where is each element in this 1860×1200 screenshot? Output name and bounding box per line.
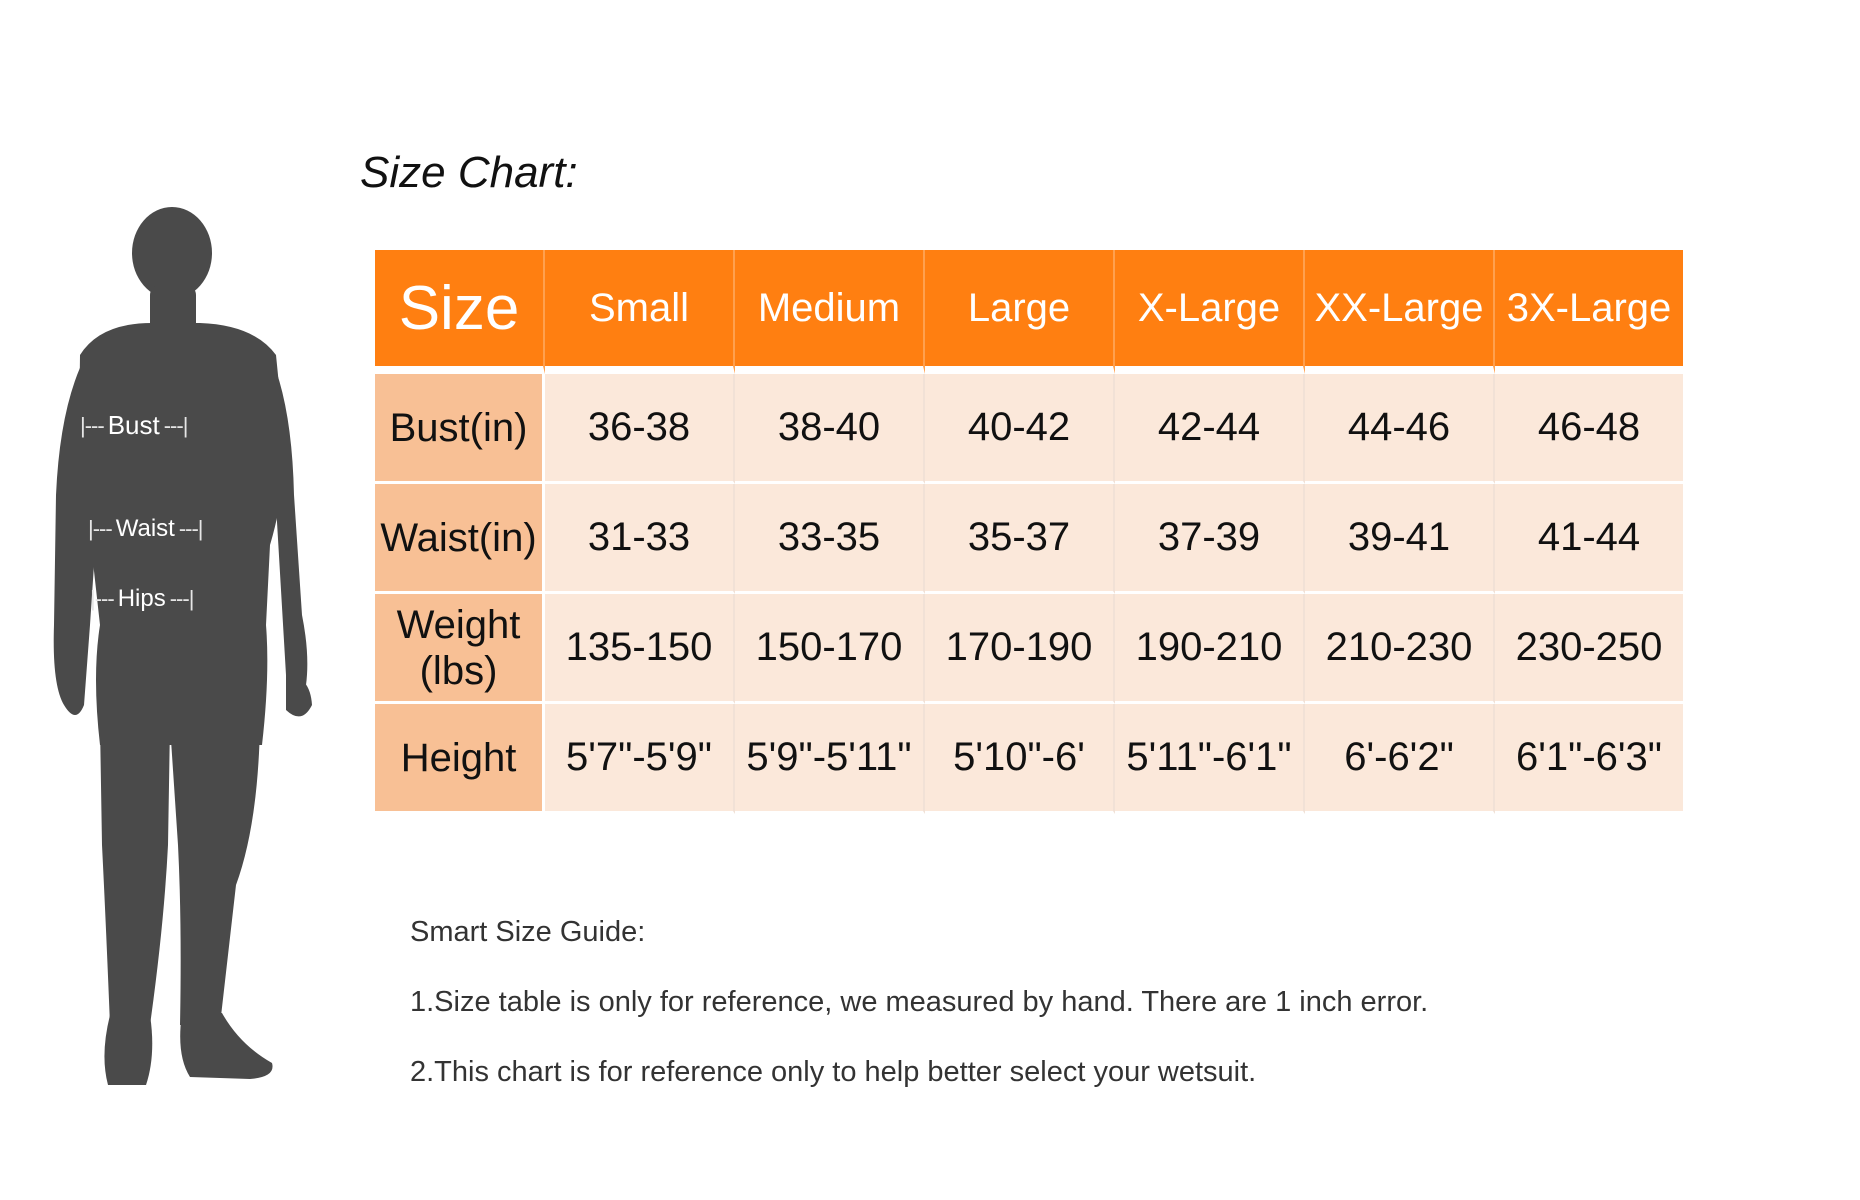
table-cell: 5'10"-6': [925, 704, 1115, 814]
table-cell: 46-48: [1495, 374, 1683, 484]
size-table: Size Small Medium Large X-Large XX-Large…: [375, 250, 1683, 814]
size-header-corner: Size: [375, 250, 545, 374]
size-col-3x-large: 3X-Large: [1495, 250, 1683, 374]
row-label-height: Height: [375, 704, 545, 814]
measure-tick-left: |---: [88, 516, 113, 541]
human-silhouette-icon: |--- Bust ---| |--- Waist ---| |--- Hips…: [40, 205, 330, 1085]
table-row: Height 5'7"-5'9" 5'9"-5'11" 5'10"-6' 5'1…: [375, 704, 1683, 814]
table-cell: 230-250: [1495, 594, 1683, 704]
table-cell: 36-38: [545, 374, 735, 484]
table-cell: 31-33: [545, 484, 735, 594]
size-col-medium: Medium: [735, 250, 925, 374]
waist-label: Waist: [115, 515, 175, 542]
size-guide-note-2: 2.This chart is for reference only to he…: [410, 1056, 1257, 1088]
measure-tick-left: |---: [90, 586, 115, 611]
waist-measure-label: |--- Waist ---|: [88, 515, 204, 543]
table-cell: 35-37: [925, 484, 1115, 594]
table-cell: 190-210: [1115, 594, 1305, 704]
bust-label: Bust: [107, 410, 160, 440]
table-cell: 33-35: [735, 484, 925, 594]
size-col-large: Large: [925, 250, 1115, 374]
row-label-waist: Waist(in): [375, 484, 545, 594]
size-header-row: Size Small Medium Large X-Large XX-Large…: [375, 250, 1683, 374]
table-cell: 170-190: [925, 594, 1115, 704]
table-cell: 44-46: [1305, 374, 1495, 484]
table-cell: 6'1"-6'3": [1495, 704, 1683, 814]
table-cell: 38-40: [735, 374, 925, 484]
table-cell: 135-150: [545, 594, 735, 704]
table-cell: 210-230: [1305, 594, 1495, 704]
size-guide-note-1: 1.Size table is only for reference, we m…: [410, 986, 1429, 1018]
hips-label: Hips: [117, 585, 166, 612]
size-guide-heading: Smart Size Guide:: [410, 916, 646, 948]
table-cell: 5'7"-5'9": [545, 704, 735, 814]
table-cell: 150-170: [735, 594, 925, 704]
row-label-weight: Weight (lbs): [375, 594, 545, 704]
size-guide: Smart Size Guide: 1.Size table is only f…: [410, 915, 1428, 1125]
size-col-x-large: X-Large: [1115, 250, 1305, 374]
measure-tick-right: ---|: [178, 516, 204, 541]
table-cell: 5'9"-5'11": [735, 704, 925, 814]
hips-measure-label: |--- Hips ---|: [90, 585, 195, 613]
measure-tick-right: ---|: [163, 412, 189, 438]
size-col-xx-large: XX-Large: [1305, 250, 1495, 374]
table-row: Waist(in) 31-33 33-35 35-37 37-39 39-41 …: [375, 484, 1683, 594]
row-label-bust: Bust(in): [375, 374, 545, 484]
measure-tick-left: |---: [80, 412, 105, 438]
table-cell: 37-39: [1115, 484, 1305, 594]
table-row: Bust(in) 36-38 38-40 40-42 42-44 44-46 4…: [375, 374, 1683, 484]
size-col-small: Small: [545, 250, 735, 374]
measure-tick-right: ---|: [169, 586, 195, 611]
table-row: Weight (lbs) 135-150 150-170 170-190 190…: [375, 594, 1683, 704]
table-cell: 41-44: [1495, 484, 1683, 594]
table-cell: 5'11"-6'1": [1115, 704, 1305, 814]
bust-measure-label: |--- Bust ---|: [80, 410, 189, 441]
table-cell: 39-41: [1305, 484, 1495, 594]
table-cell: 42-44: [1115, 374, 1305, 484]
table-cell: 6'-6'2": [1305, 704, 1495, 814]
page-title: Size Chart:: [360, 148, 578, 197]
table-cell: 40-42: [925, 374, 1115, 484]
